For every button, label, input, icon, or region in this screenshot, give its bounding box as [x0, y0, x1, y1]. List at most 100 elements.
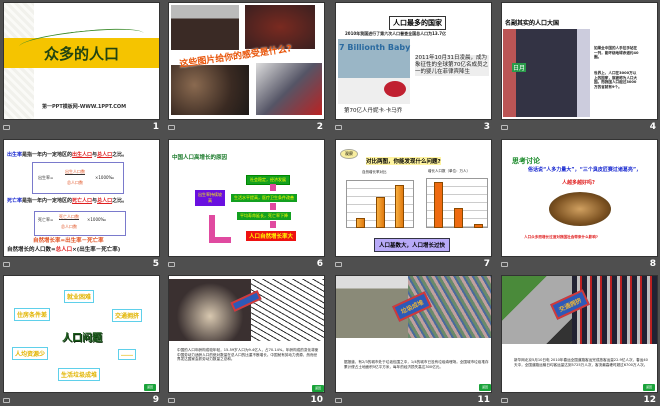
return-button[interactable]: 返回 [479, 384, 491, 391]
arrow-down-icon [270, 184, 276, 191]
slide-transition-icon [3, 125, 10, 130]
slide-number: 5 [152, 259, 159, 269]
slide-title: 名副其实的人口大国 [505, 20, 560, 27]
text: ×(出生率－死亡率) [72, 247, 121, 253]
slide-number: 8 [649, 259, 656, 269]
birth-rate-formula: 出生率= 出生人口数 总人口数 ×1000‰ [32, 162, 124, 194]
formula-numerator: 出生人口数 [65, 169, 85, 176]
slide-thumbnail-2[interactable]: 这些图片给你的感受是什么? [168, 2, 325, 120]
slide-thumbnail-4[interactable]: 名副其实的人口大国 日月 如果全中国的人手拉手站在一列，能环绕地球赤道约40圈。… [501, 2, 658, 120]
slide-thumbnail-8[interactable]: 思考讨论 俗话说“人多力量大”，“三个臭皮匠赛过诸葛亮”， 人越多越好吗? 人口… [501, 139, 658, 257]
term: 总人口 [55, 247, 73, 253]
natural-growth-count: 自然增长的人口数=总人口×(出生率－死亡率) [7, 247, 120, 254]
cause-box: 社会稳定，经济发展 [246, 175, 290, 185]
observe-tag: 观察 [340, 149, 358, 159]
photo-caption: 7 Billionth Baby [339, 43, 411, 52]
bottom-question: 人口众多而增长过速对我国社会带来什么影响? [524, 235, 598, 239]
slide-thumbnail-11[interactable]: 垃圾成堆 据报道，有2/3的城市处于垃圾包围之中，1/4的城市已没有垃圾填埋场。… [335, 275, 492, 393]
formula-denominator: 总人口数 [67, 180, 83, 185]
slide-transition-icon [335, 398, 342, 403]
slide-number: 1 [152, 122, 159, 132]
slide-transition-icon [501, 262, 508, 267]
traffic-photo [572, 276, 657, 344]
crowd-photo [171, 5, 239, 50]
problem-bubble: 就业困难 [64, 290, 95, 303]
slide-thumbnail-10[interactable]: 中国的人口年龄构成较年轻，15-59岁人口为9.4亿人，占70.14%。年龄构成… [168, 275, 325, 393]
slide-number: 12 [643, 395, 656, 405]
formula-multiplier: ×1000‰ [87, 217, 106, 222]
return-button[interactable]: 返回 [643, 384, 655, 391]
paragraph-1: 如果全中国的人手拉手站在一列，能环绕地球赤道约40圈。 [594, 46, 639, 60]
slide-number: 2 [316, 122, 323, 132]
slide-number: 6 [316, 259, 323, 269]
slide-text: 2011年10月31日凌晨，成为象征性的全球第70亿名成员之一的婴儿在菲律宾降生 [415, 55, 489, 77]
bar [454, 208, 463, 228]
slide-transition-icon [501, 398, 508, 403]
term: 总人口 [97, 152, 113, 158]
slide-thumbnail-7[interactable]: 观察 对比两图，你能发现什么问题? 自然增长率对比 增长人口数（单位：万人） 人… [335, 139, 492, 257]
slide-title: 众多的人口 [44, 45, 120, 63]
term: 死亡率 [7, 198, 23, 204]
slide-subtitle: 2010年我国进行了第六次人口普查全国总人口为13.7亿 [345, 31, 447, 36]
slide-text: 据报道，有2/3的城市处于垃圾包围之中，1/4的城市已没有垃圾填埋场。全国城市垃… [344, 360, 489, 369]
slide-text: 中国的人口年龄构成较年轻，15-59岁人口为9.4亿人，占70.14%。年龄构成… [177, 348, 319, 362]
chart-title: 增长人口数（单位：万人） [428, 169, 470, 173]
bar [395, 185, 404, 228]
slide-number: 9 [152, 395, 159, 405]
slide-title: 中国人口高增长的原因 [172, 155, 228, 161]
left-cause-box: 出生率持续较高 [195, 190, 225, 206]
slide-text: 新华网北京5月10日电 2010年春运全国道路客运完成旅客运量22.9亿人次，春… [514, 358, 648, 367]
question: 对比两图，你能发现什么问题? [366, 157, 441, 165]
bar [356, 218, 365, 228]
slide-transition-icon [335, 125, 342, 130]
return-button[interactable]: 返回 [312, 385, 324, 392]
problem-bubble: 交通拥挤 [112, 309, 143, 322]
bar [474, 224, 483, 228]
slide-transition-icon [168, 262, 175, 267]
problem-bubble: 生活垃圾成堆 [58, 368, 101, 381]
formula-numerator: 死亡人口数 [59, 214, 79, 221]
text: 之比。 [112, 198, 128, 204]
problem-bubble: 人均资源少 [12, 347, 49, 360]
slide-number: 4 [649, 122, 656, 132]
formula-multiplier: ×1000‰ [95, 175, 114, 180]
cartoon-drawing [251, 279, 324, 341]
slide-transition-icon [168, 398, 175, 403]
crowd-photo [171, 65, 249, 115]
crowd-oval-photo [549, 192, 611, 226]
arrow-down-icon [270, 221, 276, 228]
slide-thumbnail-1[interactable]: 众多的人口 第一PPT模板网-WWW.1PPT.COM [3, 2, 160, 120]
cause-box: 生活水平提高，医疗卫生条件改善 [231, 194, 297, 202]
slide-thumbnail-9[interactable]: 人口问题 就业困难 住房条件差 交通拥挤 人均资源少 …… 生活垃圾成堆 返回 [3, 275, 160, 393]
slide-footer: 第70亿人丹妮卡·卡马乔 [344, 108, 403, 114]
natural-growth-rate: 自然增长率=出生率－死亡率 [33, 238, 104, 244]
slide-transition-icon [335, 262, 342, 267]
formula-label: 出生率= [38, 175, 54, 180]
term: 总人口 [97, 198, 113, 204]
center-label: 人口问题 [62, 333, 102, 344]
slide-thumbnail-6[interactable]: 中国人口高增长的原因 社会稳定，经济发展 生活水平提高，医疗卫生条件改善 平均寿… [168, 139, 325, 257]
cause-box: 平均寿命延长，死亡率下降 [237, 212, 291, 220]
death-rate-formula: 死亡率= 死亡人口数 总人口数 ×1000‰ [34, 211, 126, 236]
problem-bubble: …… [118, 349, 136, 360]
bar [376, 197, 385, 228]
slide-transition-icon [168, 125, 175, 130]
question-text: 俗话说“人多力量大”，“三个臭皮匠赛过诸葛亮”， [528, 167, 642, 173]
slide-thumbnail-12[interactable]: 交通拥挤 新华网北京5月10日电 2010年春运全国道路客运完成旅客运量22.9… [501, 275, 658, 393]
formula-denominator: 总人口数 [61, 224, 77, 229]
birth-rate-definition: 出生率是指一年内一定地区的出生人口与总人口之比。 [7, 152, 127, 159]
text: 是指一年内一定地区的 [22, 198, 73, 204]
term: 出生人口 [72, 152, 93, 158]
slide-thumbnail-5[interactable]: 出生率是指一年内一定地区的出生人口与总人口之比。 出生率= 出生人口数 总人口数… [3, 139, 160, 257]
bar [434, 182, 443, 228]
term: 出生率 [7, 152, 23, 158]
slide-number: 3 [483, 122, 490, 132]
return-button[interactable]: 返回 [144, 384, 156, 391]
bent-arrow-icon [209, 237, 231, 243]
red-hat [384, 81, 406, 97]
paragraph-2: 世界上，人口在3000万以上的国家，就被称为人口大国。而我国人口超过3000万的… [594, 71, 638, 90]
text: 是指一年内一定地区的 [22, 152, 73, 158]
term: 死亡人口 [72, 198, 93, 204]
slide-title: 人口最多的国家 [389, 16, 446, 30]
slide-thumbnail-3[interactable]: 人口最多的国家 2010年我国进行了第六次人口普查全国总人口为13.7亿 7 B… [335, 2, 492, 120]
